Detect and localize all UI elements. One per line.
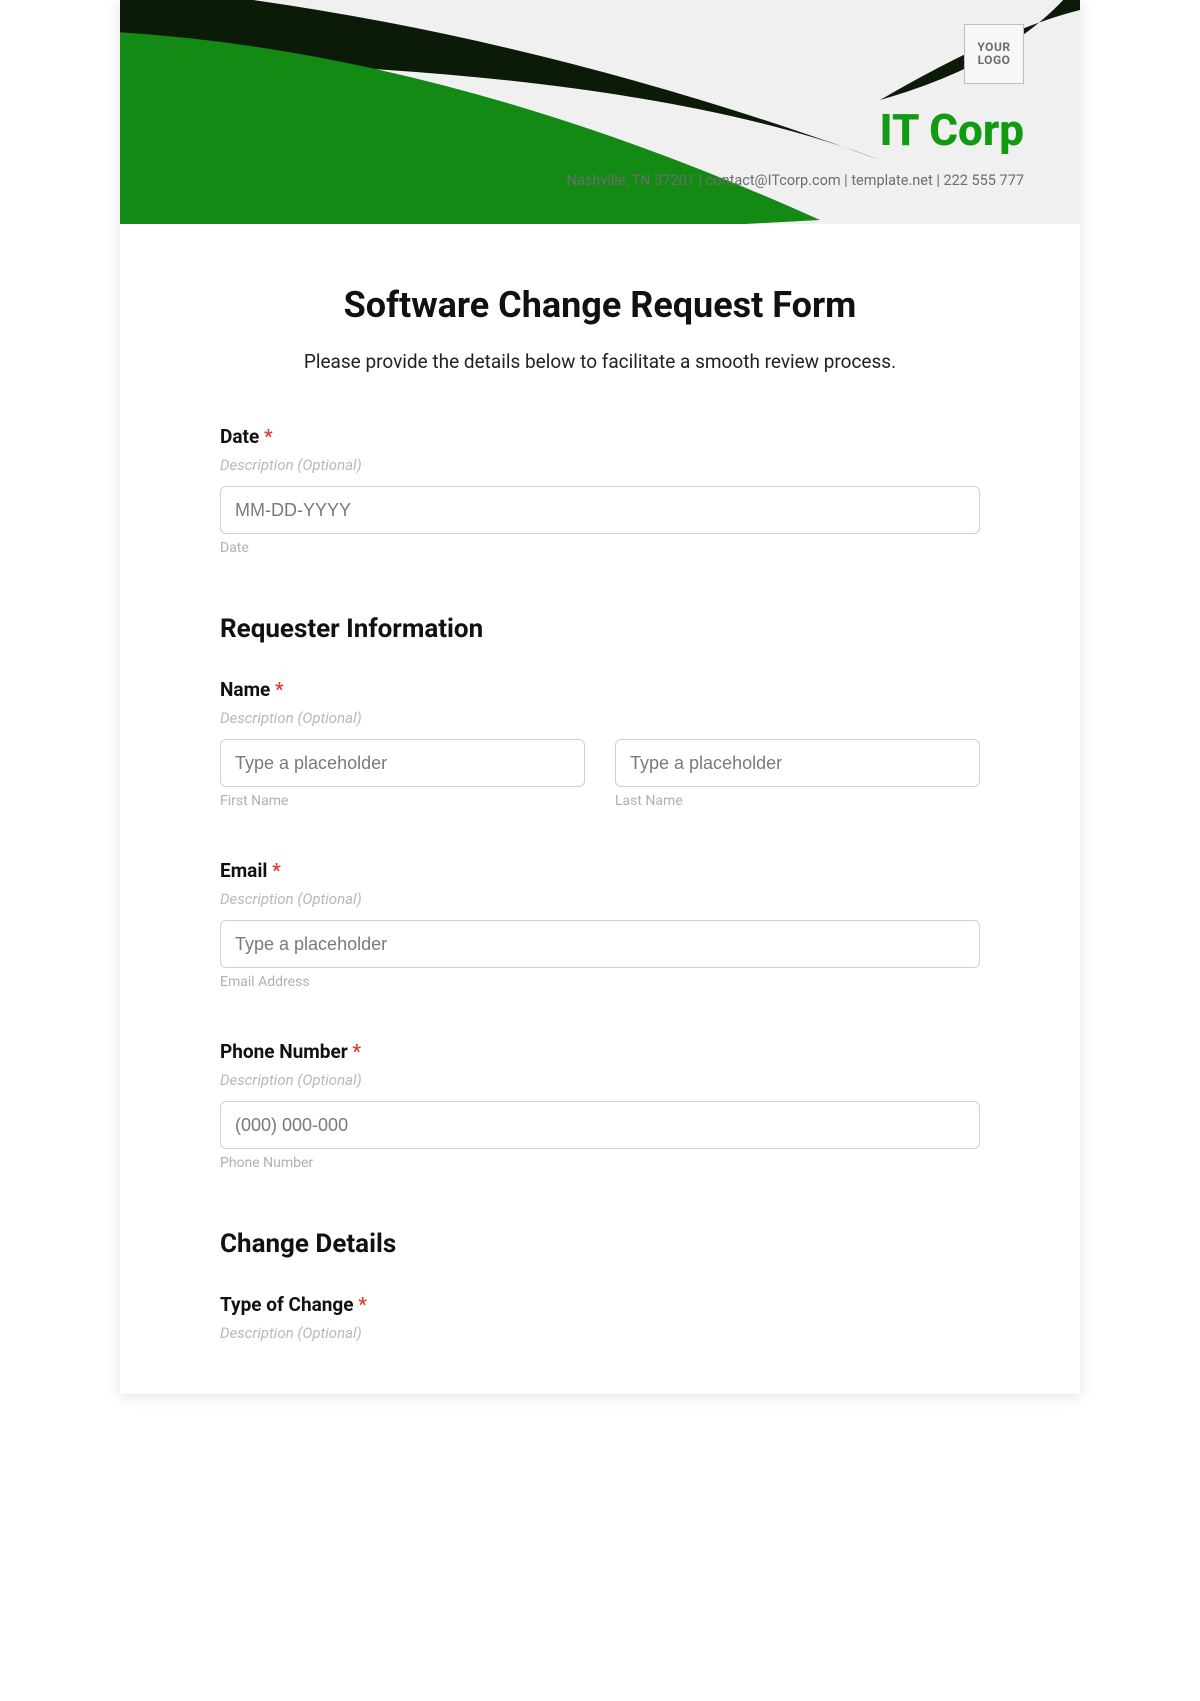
section-requester-info: Requester Information bbox=[220, 614, 980, 644]
phone-description: Description (Optional) bbox=[220, 1071, 980, 1089]
last-name-input[interactable] bbox=[615, 739, 980, 787]
form-title: Software Change Request Form bbox=[220, 284, 980, 326]
first-name-sublabel: First Name bbox=[220, 793, 585, 809]
section-change-details: Change Details bbox=[220, 1229, 980, 1259]
phone-input[interactable] bbox=[220, 1101, 980, 1149]
date-label: Date * bbox=[220, 425, 980, 448]
phone-label: Phone Number * bbox=[220, 1040, 980, 1063]
form-intro: Please provide the details below to faci… bbox=[220, 350, 980, 373]
phone-sublabel: Phone Number bbox=[220, 1155, 980, 1171]
name-description: Description (Optional) bbox=[220, 709, 980, 727]
name-label: Name * bbox=[220, 678, 980, 701]
field-date: Date * Description (Optional) Date bbox=[220, 425, 980, 556]
date-input[interactable] bbox=[220, 486, 980, 534]
field-type-of-change: Type of Change * Description (Optional) bbox=[220, 1293, 980, 1342]
last-name-sublabel: Last Name bbox=[615, 793, 980, 809]
email-sublabel: Email Address bbox=[220, 974, 980, 990]
logo-placeholder-text: YOUR LOGO bbox=[977, 41, 1010, 67]
first-name-input[interactable] bbox=[220, 739, 585, 787]
type-of-change-label: Type of Change * bbox=[220, 1293, 980, 1316]
document-header: YOUR LOGO IT Corp Nashville, TN 37201 | … bbox=[120, 0, 1080, 224]
field-name: Name * Description (Optional) First Name… bbox=[220, 678, 980, 809]
document-page: YOUR LOGO IT Corp Nashville, TN 37201 | … bbox=[120, 0, 1080, 1394]
date-sublabel: Date bbox=[220, 540, 980, 556]
company-name: IT Corp bbox=[879, 104, 1024, 156]
contact-line: Nashville, TN 37201 | contact@ITcorp.com… bbox=[567, 172, 1025, 189]
type-of-change-description: Description (Optional) bbox=[220, 1324, 980, 1342]
email-description: Description (Optional) bbox=[220, 890, 980, 908]
logo-placeholder: YOUR LOGO bbox=[964, 24, 1024, 84]
field-email: Email * Description (Optional) Email Add… bbox=[220, 859, 980, 990]
field-phone: Phone Number * Description (Optional) Ph… bbox=[220, 1040, 980, 1171]
email-input[interactable] bbox=[220, 920, 980, 968]
form-body: Software Change Request Form Please prov… bbox=[120, 224, 1080, 1394]
email-label: Email * bbox=[220, 859, 980, 882]
date-description: Description (Optional) bbox=[220, 456, 980, 474]
